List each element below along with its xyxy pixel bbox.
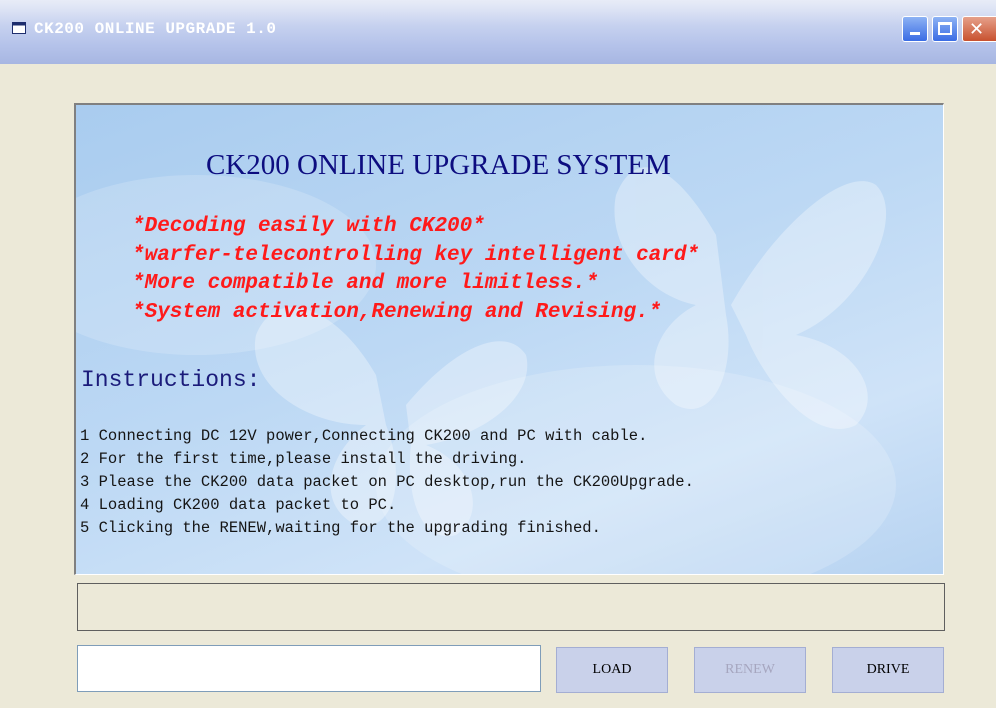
renew-button[interactable]: RENEW (694, 647, 806, 693)
feature-line: *System activation,Renewing and Revising… (132, 301, 662, 324)
app-window-icon (12, 22, 26, 34)
instruction-line: 5 Clicking the RENEW,waiting for the upg… (80, 519, 601, 537)
instruction-line: 2 For the first time,please install the … (80, 450, 527, 468)
close-icon: ✕ (969, 19, 985, 40)
maximize-button[interactable] (932, 16, 958, 42)
panel-heading: CK200 ONLINE UPGRADE SYSTEM (206, 149, 671, 181)
window-title: CK200 ONLINE UPGRADE 1.0 (34, 20, 277, 38)
minimize-button[interactable] (902, 16, 928, 42)
feature-line: *warfer-telecontrolling key intelligent … (132, 244, 700, 267)
instruction-line: 4 Loading CK200 data packet to PC. (80, 496, 397, 514)
title-bar[interactable]: CK200 ONLINE UPGRADE 1.0 ✕ (0, 0, 996, 64)
minimize-icon (910, 32, 920, 35)
instruction-line: 3 Please the CK200 data packet on PC des… (80, 473, 694, 491)
feature-line: *More compatible and more limitless.* (132, 272, 599, 295)
maximize-icon (938, 22, 952, 35)
instructions-title: Instructions: (81, 367, 261, 393)
file-path-input[interactable] (77, 645, 541, 692)
feature-line: *Decoding easily with CK200* (132, 215, 485, 238)
load-button[interactable]: LOAD (556, 647, 668, 693)
drive-button[interactable]: DRIVE (832, 647, 944, 693)
close-button[interactable]: ✕ (962, 16, 996, 42)
instruction-line: 1 Connecting DC 12V power,Connecting CK2… (80, 427, 648, 445)
info-panel: CK200 ONLINE UPGRADE SYSTEM *Decoding ea… (74, 103, 944, 575)
status-bar (77, 583, 945, 631)
